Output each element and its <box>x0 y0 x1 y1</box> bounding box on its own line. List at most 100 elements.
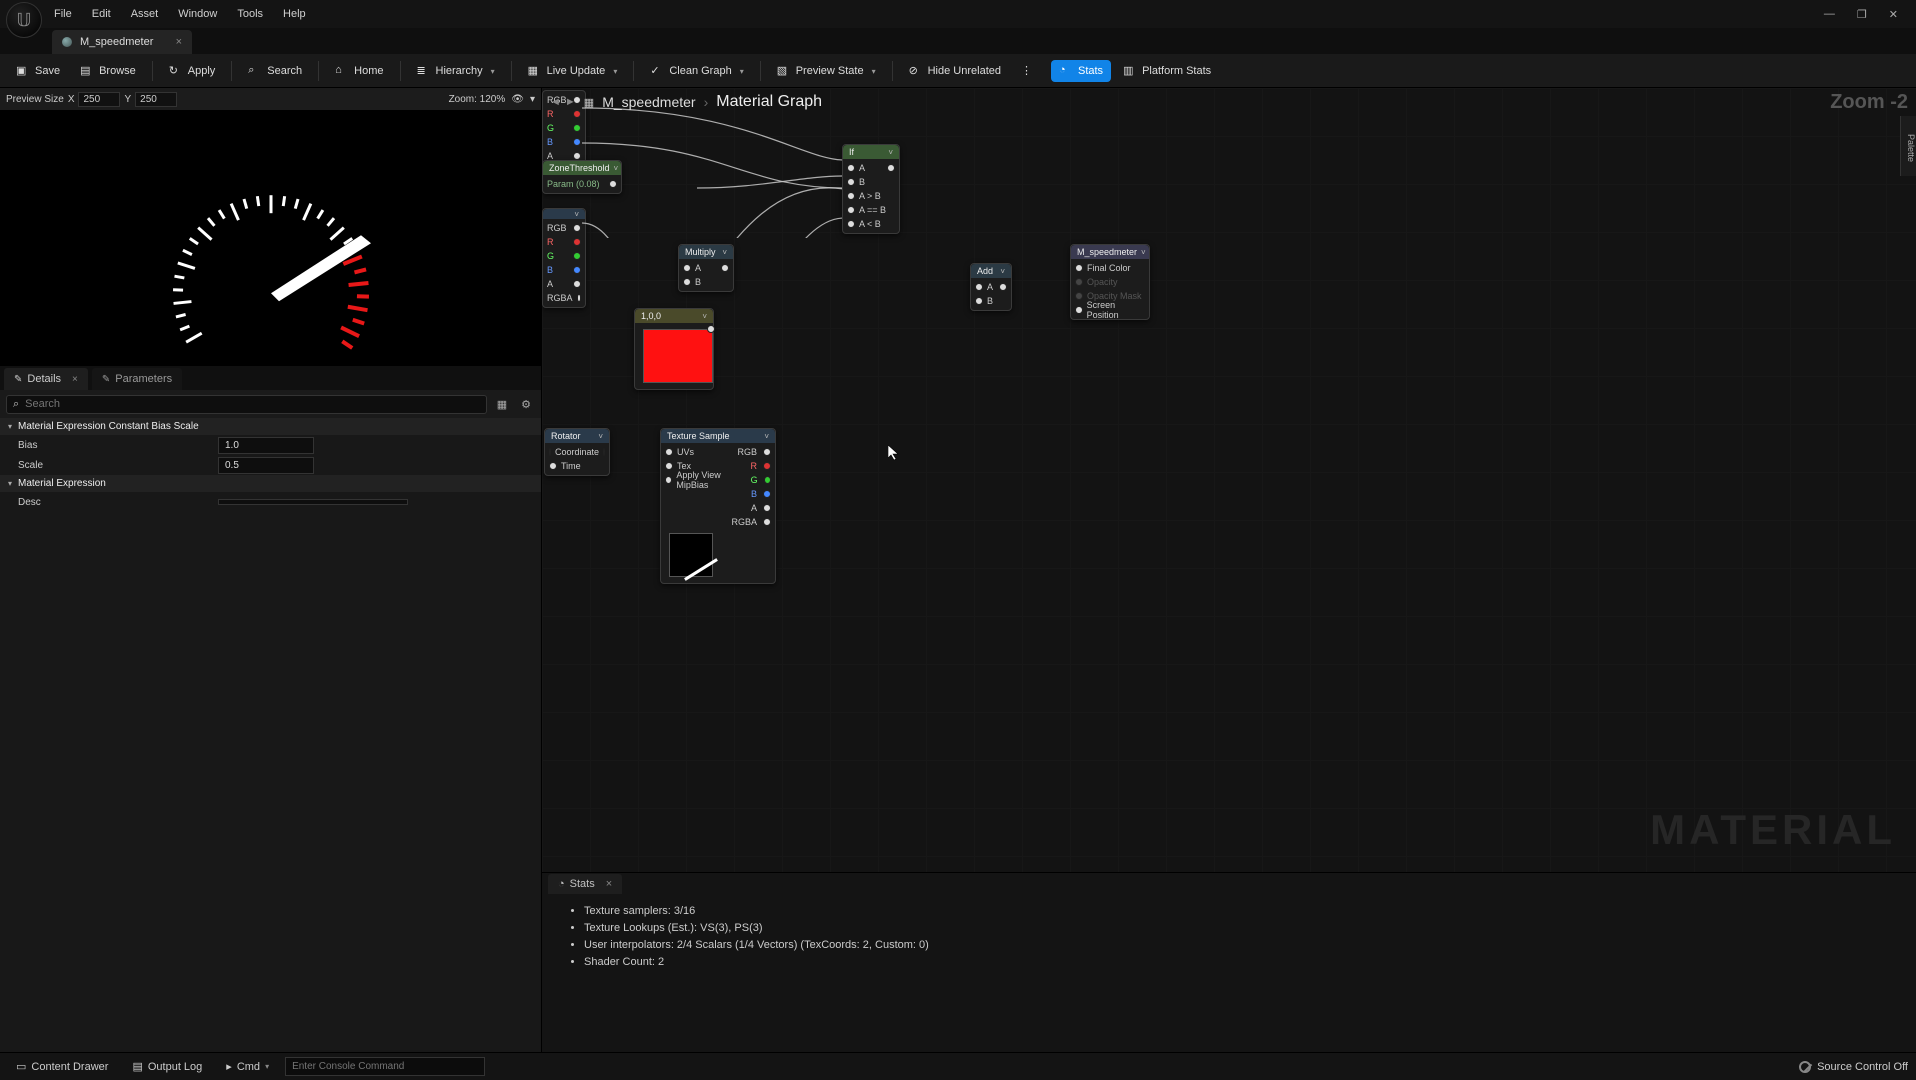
left-column: Preview Size X Y Zoom: 120% ▾ <box>0 88 542 1052</box>
color-swatch <box>643 329 713 383</box>
live-update-icon <box>528 64 542 78</box>
preview-viewport[interactable] <box>0 110 541 366</box>
menu-help[interactable]: Help <box>273 0 316 28</box>
graph-watermark: MATERIAL <box>1650 806 1896 854</box>
save-icon <box>16 64 30 78</box>
details-tab[interactable]: Details × <box>4 368 88 390</box>
hierarchy-icon <box>417 64 431 78</box>
clean-graph-icon <box>650 64 664 78</box>
close-window-button[interactable]: ✕ <box>1889 8 1898 21</box>
texture-preview <box>669 533 713 577</box>
details-search-field[interactable] <box>6 395 487 414</box>
details-panel: Material Expression Constant Bias Scale … <box>0 418 541 1052</box>
statusbar: Content Drawer Output Log Cmd ▾ Source C… <box>0 1052 1916 1080</box>
clean-graph-dropdown[interactable]: Clean Graph <box>642 60 751 82</box>
preview-x-input[interactable] <box>78 92 120 107</box>
scale-input[interactable]: 0.5 <box>218 457 314 474</box>
save-button[interactable]: Save <box>8 60 68 82</box>
output-log-button[interactable]: Output Log <box>124 1057 210 1076</box>
close-details-tab[interactable]: × <box>72 374 78 385</box>
prop-label: Bias <box>18 440 218 451</box>
platform-stats-icon <box>1123 64 1137 78</box>
apply-button[interactable]: Apply <box>161 60 224 82</box>
cmd-dropdown[interactable]: Cmd ▾ <box>218 1057 277 1076</box>
graph-zoom-indicator: Zoom -2 <box>1830 91 1908 114</box>
toolbar: Save Browse Apply Search Home Hierarchy … <box>0 54 1916 88</box>
live-update-dropdown[interactable]: Live Update <box>520 60 626 82</box>
crumb-asset[interactable]: M_speedmeter <box>602 94 695 110</box>
preview-state-dropdown[interactable]: Preview State <box>769 60 884 82</box>
preview-x-label: X <box>68 94 75 105</box>
desc-input[interactable] <box>218 499 408 505</box>
stats-line: Texture samplers: 3/16 <box>584 905 1892 917</box>
stats-button[interactable]: Stats <box>1051 60 1111 82</box>
node-multiply[interactable]: Multiply A B <box>678 244 734 292</box>
palette-drawer[interactable]: Palette <box>1900 116 1916 176</box>
hide-unrelated-more[interactable]: ⋮ <box>1013 60 1040 81</box>
node-texture-sample[interactable]: Texture Sample UVsRGB TexR Apply View Mi… <box>660 428 776 584</box>
stats-body: Texture samplers: 3/16 Texture Lookups (… <box>542 895 1916 1052</box>
source-control-icon <box>1799 1061 1811 1073</box>
stats-line: Texture Lookups (Est.): VS(3), PS(3) <box>584 922 1892 934</box>
visibility-icon[interactable] <box>511 94 524 105</box>
minimize-button[interactable]: — <box>1824 8 1835 21</box>
node-material-result[interactable]: M_speedmeter Final Color Opacity Opacity… <box>1070 244 1150 320</box>
source-control-button[interactable]: Source Control Off <box>1817 1061 1908 1073</box>
home-icon <box>335 64 349 78</box>
nav-forward-button[interactable]: ► <box>565 96 576 108</box>
prop-scale: Scale 0.5 <box>0 455 541 475</box>
asset-tab[interactable]: M_speedmeter × <box>52 30 192 54</box>
details-settings-button[interactable] <box>517 395 535 413</box>
preview-y-label: Y <box>124 94 131 105</box>
preview-state-icon <box>777 64 791 78</box>
hide-unrelated-button[interactable]: Hide Unrelated <box>901 60 1009 82</box>
stats-panel: Stats × Texture samplers: 3/16 Texture L… <box>542 872 1916 1052</box>
ue-logo: 𝕌 <box>6 2 42 38</box>
right-column: ◄ ► ▦ M_speedmeter › Material Graph Zoom… <box>542 88 1916 1052</box>
preview-options-dropdown[interactable]: ▾ <box>530 94 535 105</box>
category-bias-scale[interactable]: Material Expression Constant Bias Scale <box>0 418 541 435</box>
menubar: File Edit Asset Window Tools Help — ❐ ✕ <box>0 0 1916 28</box>
parameters-tab[interactable]: Parameters <box>92 368 182 390</box>
bias-input[interactable]: 1.0 <box>218 437 314 454</box>
menu-file[interactable]: File <box>44 0 82 28</box>
menu-tools[interactable]: Tools <box>227 0 273 28</box>
node-zonethreshold[interactable]: ZoneThreshold Param (0.08) <box>542 160 622 194</box>
output-log-icon <box>132 1060 142 1073</box>
material-graph[interactable]: ◄ ► ▦ M_speedmeter › Material Graph Zoom… <box>542 88 1916 872</box>
hierarchy-dropdown[interactable]: Hierarchy <box>409 60 503 82</box>
content-drawer-button[interactable]: Content Drawer <box>8 1057 116 1076</box>
browse-button[interactable]: Browse <box>72 60 144 82</box>
drawer-icon <box>16 1060 26 1073</box>
prop-label: Desc <box>18 497 218 508</box>
close-tab-button[interactable]: × <box>176 36 182 48</box>
category-material-expression[interactable]: Material Expression <box>0 475 541 492</box>
menu-edit[interactable]: Edit <box>82 0 121 28</box>
details-view-options[interactable] <box>493 395 511 413</box>
graph-type-icon: ▦ <box>584 96 594 109</box>
node-rotator[interactable]: Rotator Coordinate Time <box>544 428 610 476</box>
graph-nav: ◄ ► <box>550 96 576 108</box>
platform-stats-button[interactable]: Platform Stats <box>1115 60 1219 82</box>
menu-window[interactable]: Window <box>168 0 227 28</box>
details-search-input[interactable] <box>25 398 480 410</box>
node-if[interactable]: If A B A > B A == B A < B <box>842 144 900 234</box>
console-input[interactable] <box>285 1057 485 1076</box>
search-icon <box>13 398 19 411</box>
search-button[interactable]: Search <box>240 60 310 82</box>
menu-asset[interactable]: Asset <box>121 0 169 28</box>
node-texture-output-2[interactable]: RGB R G B A RGBA <box>542 208 586 308</box>
stats-tab[interactable]: Stats × <box>548 874 622 894</box>
crumb-graph[interactable]: Material Graph <box>716 93 822 111</box>
preview-y-input[interactable] <box>135 92 177 107</box>
node-constant-color[interactable]: 1,0,0 <box>634 308 714 390</box>
pencil-icon <box>14 373 22 385</box>
home-button[interactable]: Home <box>327 60 391 82</box>
stats-line: User interpolators: 2/4 Scalars (1/4 Vec… <box>584 939 1892 951</box>
close-stats-tab[interactable]: × <box>606 878 612 890</box>
node-add[interactable]: Add A B <box>970 263 1012 311</box>
document-tabbar: M_speedmeter × <box>0 28 1916 54</box>
restore-button[interactable]: ❐ <box>1857 8 1867 21</box>
nav-back-button[interactable]: ◄ <box>550 96 561 108</box>
breadcrumb: M_speedmeter › Material Graph <box>602 93 822 111</box>
